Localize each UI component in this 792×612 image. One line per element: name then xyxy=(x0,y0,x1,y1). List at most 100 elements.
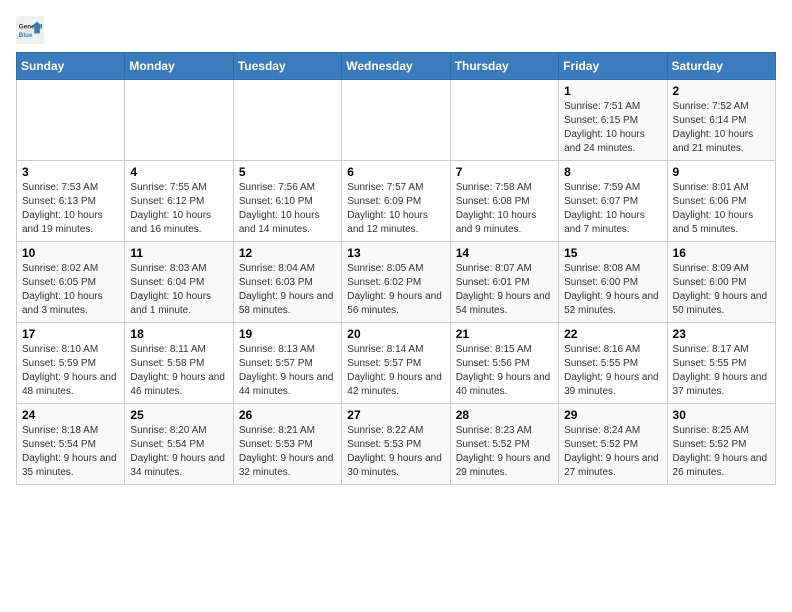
calendar-cell: 23 Sunrise: 8:17 AM Sunset: 5:55 PM Dayli… xyxy=(667,323,775,404)
day-info: Sunrise: 8:21 AM Sunset: 5:53 PM Dayligh… xyxy=(239,424,336,480)
day-number: 15 xyxy=(564,246,661,260)
day-info: Sunrise: 8:16 AM Sunset: 5:55 PM Dayligh… xyxy=(564,343,661,399)
day-info: Sunrise: 8:05 AM Sunset: 6:02 PM Dayligh… xyxy=(347,262,444,318)
calendar-cell xyxy=(342,80,450,161)
day-info: Sunrise: 8:11 AM Sunset: 5:58 PM Dayligh… xyxy=(130,343,227,399)
day-header-tuesday: Tuesday xyxy=(233,53,341,80)
day-number: 16 xyxy=(673,246,770,260)
calendar-week-row: 10 Sunrise: 8:02 AM Sunset: 6:05 PM Dayli… xyxy=(17,242,776,323)
day-info: Sunrise: 8:22 AM Sunset: 5:53 PM Dayligh… xyxy=(347,424,444,480)
day-info: Sunrise: 7:59 AM Sunset: 6:07 PM Dayligh… xyxy=(564,181,661,237)
day-number: 27 xyxy=(347,408,444,422)
calendar-cell: 14Sunrise: 8:07 AM Sunset: 6:01 PM Dayli… xyxy=(450,242,558,323)
day-info: Sunrise: 7:51 AM Sunset: 6:15 PM Dayligh… xyxy=(564,100,661,156)
calendar-cell: 3 Sunrise: 7:53 AM Sunset: 6:13 PM Daylig… xyxy=(17,161,125,242)
calendar-cell: 28 Sunrise: 8:23 AM Sunset: 5:52 PM Dayli… xyxy=(450,404,558,485)
day-info: Sunrise: 8:01 AM Sunset: 6:06 PM Dayligh… xyxy=(673,181,770,237)
day-header-sunday: Sunday xyxy=(17,53,125,80)
day-info: Sunrise: 8:25 AM Sunset: 5:52 PM Dayligh… xyxy=(673,424,770,480)
day-info: Sunrise: 8:23 AM Sunset: 5:52 PM Dayligh… xyxy=(456,424,553,480)
day-number: 3 xyxy=(22,165,119,179)
day-header-saturday: Saturday xyxy=(667,53,775,80)
day-info: Sunrise: 8:04 AM Sunset: 6:03 PM Dayligh… xyxy=(239,262,336,318)
calendar-cell: 16 Sunrise: 8:09 AM Sunset: 6:00 PM Dayli… xyxy=(667,242,775,323)
calendar-cell: 29Sunrise: 8:24 AM Sunset: 5:52 PM Dayli… xyxy=(559,404,667,485)
svg-text:Blue: Blue xyxy=(19,32,33,39)
day-number: 29 xyxy=(564,408,661,422)
calendar-week-row: 3 Sunrise: 7:53 AM Sunset: 6:13 PM Daylig… xyxy=(17,161,776,242)
calendar-cell: 6 Sunrise: 7:57 AM Sunset: 6:09 PM Daylig… xyxy=(342,161,450,242)
calendar-cell: 5Sunrise: 7:56 AM Sunset: 6:10 PM Daylig… xyxy=(233,161,341,242)
day-header-monday: Monday xyxy=(125,53,233,80)
day-info: Sunrise: 8:07 AM Sunset: 6:01 PM Dayligh… xyxy=(456,262,553,318)
day-number: 30 xyxy=(673,408,770,422)
page-header: General Blue xyxy=(16,16,776,44)
day-number: 13 xyxy=(347,246,444,260)
calendar-cell: 2Sunrise: 7:52 AM Sunset: 6:14 PM Daylig… xyxy=(667,80,775,161)
calendar-week-row: 24 Sunrise: 8:18 AM Sunset: 5:54 PM Dayli… xyxy=(17,404,776,485)
day-number: 7 xyxy=(456,165,553,179)
calendar-cell: 19 Sunrise: 8:13 AM Sunset: 5:57 PM Dayli… xyxy=(233,323,341,404)
day-info: Sunrise: 7:53 AM Sunset: 6:13 PM Dayligh… xyxy=(22,181,119,237)
day-header-wednesday: Wednesday xyxy=(342,53,450,80)
calendar-cell xyxy=(17,80,125,161)
day-header-thursday: Thursday xyxy=(450,53,558,80)
day-number: 20 xyxy=(347,327,444,341)
day-number: 9 xyxy=(673,165,770,179)
day-info: Sunrise: 8:18 AM Sunset: 5:54 PM Dayligh… xyxy=(22,424,119,480)
day-number: 11 xyxy=(130,246,227,260)
calendar-cell: 9 Sunrise: 8:01 AM Sunset: 6:06 PM Daylig… xyxy=(667,161,775,242)
day-info: Sunrise: 8:14 AM Sunset: 5:57 PM Dayligh… xyxy=(347,343,444,399)
day-info: Sunrise: 8:08 AM Sunset: 6:00 PM Dayligh… xyxy=(564,262,661,318)
day-number: 24 xyxy=(22,408,119,422)
day-number: 25 xyxy=(130,408,227,422)
calendar-cell: 27 Sunrise: 8:22 AM Sunset: 5:53 PM Dayli… xyxy=(342,404,450,485)
calendar-cell: 30 Sunrise: 8:25 AM Sunset: 5:52 PM Dayli… xyxy=(667,404,775,485)
calendar-cell xyxy=(233,80,341,161)
day-number: 26 xyxy=(239,408,336,422)
day-info: Sunrise: 8:09 AM Sunset: 6:00 PM Dayligh… xyxy=(673,262,770,318)
calendar-cell: 7 Sunrise: 7:58 AM Sunset: 6:08 PM Daylig… xyxy=(450,161,558,242)
day-number: 10 xyxy=(22,246,119,260)
day-number: 6 xyxy=(347,165,444,179)
calendar-cell: 11Sunrise: 8:03 AM Sunset: 6:04 PM Dayli… xyxy=(125,242,233,323)
logo: General Blue xyxy=(16,16,48,44)
calendar-table: SundayMondayTuesdayWednesdayThursdayFrid… xyxy=(16,52,776,485)
day-info: Sunrise: 7:55 AM Sunset: 6:12 PM Dayligh… xyxy=(130,181,227,237)
day-number: 1 xyxy=(564,84,661,98)
calendar-week-row: 17 Sunrise: 8:10 AM Sunset: 5:59 PM Dayli… xyxy=(17,323,776,404)
day-number: 28 xyxy=(456,408,553,422)
day-number: 2 xyxy=(673,84,770,98)
calendar-cell: 15 Sunrise: 8:08 AM Sunset: 6:00 PM Dayli… xyxy=(559,242,667,323)
day-number: 17 xyxy=(22,327,119,341)
calendar-cell: 20 Sunrise: 8:14 AM Sunset: 5:57 PM Dayli… xyxy=(342,323,450,404)
day-info: Sunrise: 7:57 AM Sunset: 6:09 PM Dayligh… xyxy=(347,181,444,237)
day-info: Sunrise: 8:15 AM Sunset: 5:56 PM Dayligh… xyxy=(456,343,553,399)
calendar-cell: 12 Sunrise: 8:04 AM Sunset: 6:03 PM Dayli… xyxy=(233,242,341,323)
day-info: Sunrise: 8:13 AM Sunset: 5:57 PM Dayligh… xyxy=(239,343,336,399)
calendar-week-row: 1 Sunrise: 7:51 AM Sunset: 6:15 PM Daylig… xyxy=(17,80,776,161)
calendar-cell xyxy=(450,80,558,161)
logo-icon: General Blue xyxy=(16,16,44,44)
day-info: Sunrise: 8:20 AM Sunset: 5:54 PM Dayligh… xyxy=(130,424,227,480)
calendar-cell: 22Sunrise: 8:16 AM Sunset: 5:55 PM Dayli… xyxy=(559,323,667,404)
day-number: 4 xyxy=(130,165,227,179)
day-info: Sunrise: 8:02 AM Sunset: 6:05 PM Dayligh… xyxy=(22,262,119,318)
calendar-cell: 17 Sunrise: 8:10 AM Sunset: 5:59 PM Dayli… xyxy=(17,323,125,404)
day-number: 23 xyxy=(673,327,770,341)
calendar-cell: 26 Sunrise: 8:21 AM Sunset: 5:53 PM Dayli… xyxy=(233,404,341,485)
calendar-header-row: SundayMondayTuesdayWednesdayThursdayFrid… xyxy=(17,53,776,80)
day-number: 12 xyxy=(239,246,336,260)
calendar-cell: 24 Sunrise: 8:18 AM Sunset: 5:54 PM Dayli… xyxy=(17,404,125,485)
calendar-cell: 4 Sunrise: 7:55 AM Sunset: 6:12 PM Daylig… xyxy=(125,161,233,242)
day-number: 18 xyxy=(130,327,227,341)
day-number: 8 xyxy=(564,165,661,179)
calendar-cell: 18 Sunrise: 8:11 AM Sunset: 5:58 PM Dayli… xyxy=(125,323,233,404)
day-info: Sunrise: 7:58 AM Sunset: 6:08 PM Dayligh… xyxy=(456,181,553,237)
calendar-cell: 1 Sunrise: 7:51 AM Sunset: 6:15 PM Daylig… xyxy=(559,80,667,161)
day-number: 19 xyxy=(239,327,336,341)
calendar-cell: 10 Sunrise: 8:02 AM Sunset: 6:05 PM Dayli… xyxy=(17,242,125,323)
day-info: Sunrise: 8:10 AM Sunset: 5:59 PM Dayligh… xyxy=(22,343,119,399)
calendar-cell: 21Sunrise: 8:15 AM Sunset: 5:56 PM Dayli… xyxy=(450,323,558,404)
day-info: Sunrise: 8:17 AM Sunset: 5:55 PM Dayligh… xyxy=(673,343,770,399)
